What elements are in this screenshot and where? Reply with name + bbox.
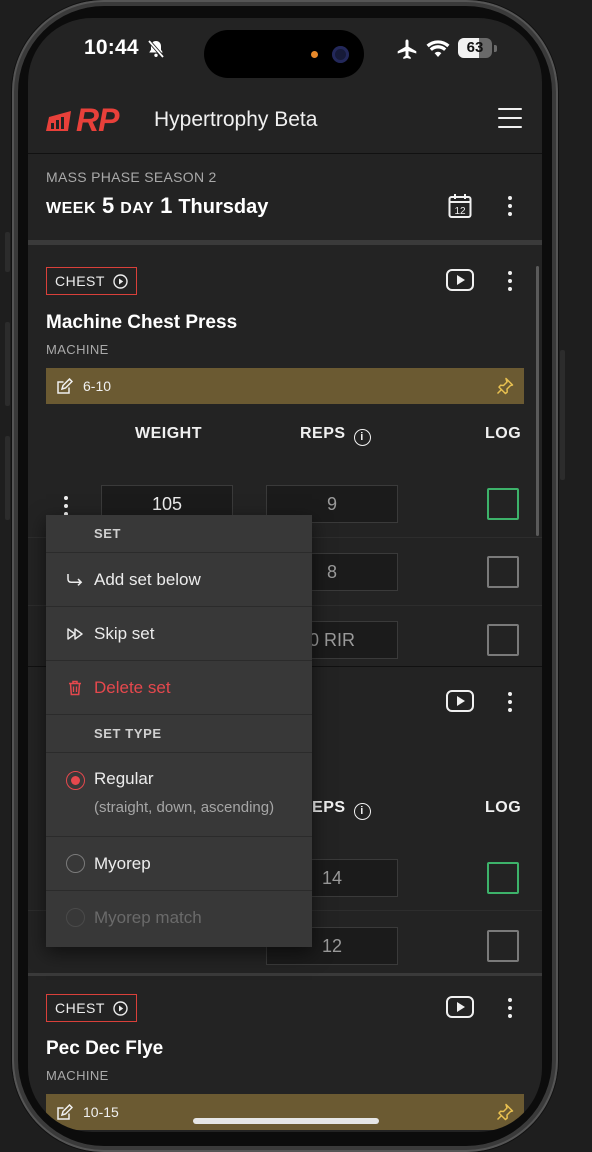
edit-note-icon xyxy=(57,377,73,394)
pin-icon[interactable] xyxy=(496,1103,514,1121)
add-set-below-label: Add set below xyxy=(94,569,201,589)
log-column-header: LOG xyxy=(485,425,522,442)
status-time: 10:44 xyxy=(84,36,139,59)
muscle-group-label: CHEST xyxy=(55,273,105,289)
radio-unselected-icon xyxy=(66,854,85,873)
myorep-label: Myorep xyxy=(94,853,151,873)
airplane-mode-icon xyxy=(397,39,417,59)
calendar-day: 12 xyxy=(454,206,466,217)
exercise-card: CHEST Pec Dec Flye MACHINE 10-15 xyxy=(28,976,542,1132)
log-checkbox[interactable] xyxy=(487,930,519,962)
delete-set-label: Delete set xyxy=(94,677,171,697)
edit-note-icon xyxy=(57,1103,73,1120)
logo-text: RP xyxy=(76,101,119,138)
exercise-equipment: MACHINE xyxy=(46,1068,109,1083)
log-checkbox[interactable] xyxy=(487,624,519,656)
day-name: Thursday xyxy=(178,196,269,218)
reps-column-header: REPS i xyxy=(300,425,371,446)
muscle-group-label: CHEST xyxy=(55,1000,105,1016)
exercise-equipment: MACHINE xyxy=(46,342,109,357)
add-set-below-item[interactable]: Add set below xyxy=(46,553,312,607)
reps-column-label: REPS xyxy=(300,425,346,442)
exercise-name: Pec Dec Flye xyxy=(46,1038,164,1059)
muscle-group-tag[interactable]: CHEST xyxy=(46,267,137,295)
radio-selected-icon xyxy=(66,771,85,790)
menu-section-set-type: SET TYPE xyxy=(46,715,312,753)
skip-set-label: Skip set xyxy=(94,623,155,643)
phone-side-button xyxy=(560,350,565,480)
rep-range: 6-10 xyxy=(83,378,112,394)
privacy-dot xyxy=(311,51,318,58)
battery-cap xyxy=(494,45,497,52)
dynamic-island xyxy=(204,30,364,78)
calendar-icon[interactable]: 12 xyxy=(448,193,472,219)
bell-muted-icon xyxy=(147,39,165,59)
home-indicator[interactable] xyxy=(193,1118,379,1124)
video-icon[interactable] xyxy=(446,269,474,291)
return-arrow-icon xyxy=(67,574,83,586)
log-column-header: LOG xyxy=(485,799,522,816)
wifi-icon xyxy=(426,40,450,57)
skip-set-item[interactable]: Skip set xyxy=(46,607,312,661)
scrollbar[interactable] xyxy=(536,266,539,536)
day-label: DAY xyxy=(120,200,155,217)
workout-more-icon[interactable] xyxy=(500,194,520,218)
status-bar: 10:44 63 xyxy=(28,18,542,88)
set-options-menu: SET Add set below Skip set Delete set SE… xyxy=(46,515,312,947)
video-icon[interactable] xyxy=(446,690,474,712)
week-label: WEEK xyxy=(46,200,96,217)
phase-title: MASS PHASE SEASON 2 xyxy=(46,169,217,185)
front-camera xyxy=(332,46,349,63)
log-checkbox[interactable] xyxy=(487,556,519,588)
app-header: RP Hypertrophy Beta xyxy=(28,88,542,154)
app-screen: 10:44 63 RP Hypertrophy Beta MASS PHASE … xyxy=(28,18,542,1132)
video-icon[interactable] xyxy=(446,996,474,1018)
regular-label: Regular xyxy=(94,769,154,788)
exercise-note[interactable]: 10-15 xyxy=(46,1094,524,1130)
trash-icon xyxy=(69,680,81,696)
play-circle-icon xyxy=(113,1000,128,1016)
phone-side-button xyxy=(5,436,10,520)
menu-section-set: SET xyxy=(46,515,312,553)
exercise-more-icon[interactable] xyxy=(500,996,520,1020)
exercise-note[interactable]: 6-10 xyxy=(46,368,524,404)
info-icon[interactable]: i xyxy=(353,803,371,820)
phone-side-button xyxy=(5,322,10,406)
rep-range: 10-15 xyxy=(83,1104,119,1120)
phone-side-button xyxy=(5,232,10,272)
exercise-name: Machine Chest Press xyxy=(46,312,238,333)
logo-bars-icon xyxy=(46,111,71,131)
set-type-myorep-match-item: Myorep match xyxy=(46,891,312,945)
log-checkbox[interactable] xyxy=(487,488,519,520)
play-circle-icon xyxy=(113,273,128,289)
battery-indicator: 63 xyxy=(458,38,492,58)
muscle-group-tag[interactable]: CHEST xyxy=(46,994,137,1022)
info-icon[interactable]: i xyxy=(353,429,371,446)
workout-header: MASS PHASE SEASON 2 WEEK 5 DAY 1 Thursda… xyxy=(28,155,542,245)
weight-column-header: WEIGHT xyxy=(135,425,202,442)
regular-description: (straight, down, ascending) xyxy=(94,799,275,816)
set-type-regular-item[interactable]: Regular (straight, down, ascending) xyxy=(46,753,312,837)
exercise-more-icon[interactable] xyxy=(500,269,520,293)
day-number: 1 xyxy=(160,193,173,218)
myorep-match-label: Myorep match xyxy=(94,908,202,927)
app-title: Hypertrophy Beta xyxy=(154,108,318,131)
week-number: 5 xyxy=(102,193,115,218)
set-type-myorep-item[interactable]: Myorep xyxy=(46,837,312,891)
pin-icon[interactable] xyxy=(496,377,514,395)
delete-set-item[interactable]: Delete set xyxy=(46,661,312,715)
week-day-title: WEEK 5 DAY 1 Thursday xyxy=(46,193,268,219)
rp-logo[interactable]: RP xyxy=(46,102,119,138)
hamburger-menu-icon[interactable] xyxy=(498,108,522,128)
radio-disabled-icon xyxy=(66,908,85,927)
exercise-more-icon[interactable] xyxy=(500,690,520,714)
battery-percentage: 63 xyxy=(466,39,484,56)
fast-forward-icon xyxy=(67,628,83,640)
log-checkbox[interactable] xyxy=(487,862,519,894)
